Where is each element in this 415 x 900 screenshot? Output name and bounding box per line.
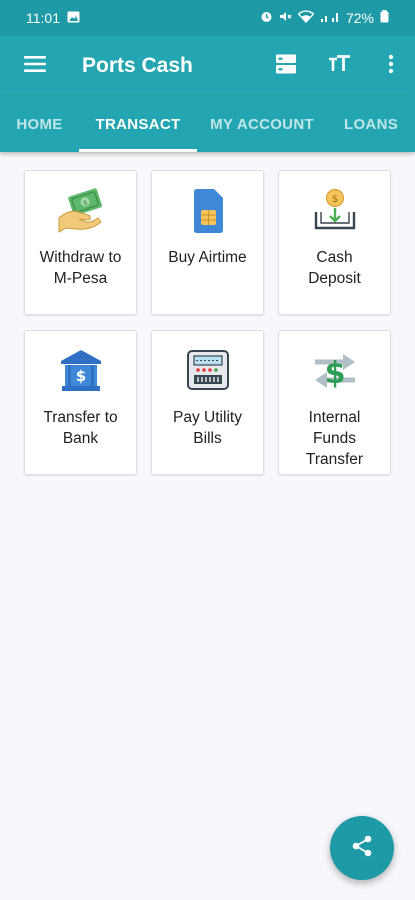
cash-deposit-icon: $ — [312, 187, 358, 235]
server-list-icon — [276, 54, 296, 79]
bank-icon: $ — [59, 347, 103, 395]
mute-icon — [279, 10, 292, 26]
tile-label: Transfer to Bank — [43, 409, 118, 447]
menu-button[interactable] — [0, 36, 70, 96]
pay-utility-bills-tile[interactable]: Pay Utility Bills — [151, 330, 264, 475]
battery-percent: 72% — [345, 10, 374, 26]
internal-funds-transfer-tile[interactable]: $ Internal Funds Transfer — [278, 330, 391, 475]
share-icon — [350, 834, 374, 863]
withdraw-to-mpesa-tile[interactable]: $ Withdraw to M-Pesa — [24, 170, 137, 315]
app-title: Ports Cash — [82, 54, 193, 77]
funds-transfer-icon: $ — [311, 347, 359, 395]
transfer-to-bank-tile[interactable]: $ Transfer to Bank — [24, 330, 137, 475]
tab-home[interactable]: HOME — [0, 96, 79, 152]
tab-my-account[interactable]: MY ACCOUNT — [197, 96, 327, 152]
tile-label: Pay Utility Bills — [173, 409, 242, 447]
utility-meter-icon — [185, 347, 231, 395]
accounts-button[interactable] — [259, 36, 313, 96]
share-fab-button[interactable] — [330, 816, 394, 880]
more-vert-icon — [388, 54, 394, 79]
hamburger-menu-icon — [24, 55, 46, 78]
alarm-icon — [260, 10, 273, 26]
tile-label: Withdraw to M-Pesa — [39, 249, 122, 287]
cash-deposit-tile[interactable]: $ Cash Deposit — [278, 170, 391, 315]
active-tab-indicator — [79, 149, 197, 152]
status-bar: 11:01 72% — [0, 0, 415, 36]
svg-text:$: $ — [331, 194, 337, 205]
text-size-icon — [329, 54, 351, 78]
text-size-button[interactable] — [313, 36, 367, 96]
tile-label: Internal Funds Transfer — [305, 409, 364, 468]
tab-bar: HOME TRANSACT MY ACCOUNT LOANS — [0, 96, 415, 152]
sim-card-icon — [190, 187, 226, 235]
svg-text:$: $ — [324, 356, 345, 391]
tile-label: Cash Deposit — [308, 249, 361, 287]
battery-icon — [380, 10, 389, 26]
signal-icon — [320, 10, 340, 26]
wifi-icon — [297, 10, 315, 26]
app-bar: Ports Cash — [0, 36, 415, 96]
tile-label: Buy Airtime — [168, 249, 247, 266]
cash-hand-icon: $ — [56, 187, 106, 235]
tab-loans[interactable]: LOANS — [327, 96, 415, 152]
svg-text:$: $ — [75, 367, 85, 385]
status-time: 11:01 — [26, 10, 60, 26]
buy-airtime-tile[interactable]: Buy Airtime — [151, 170, 264, 315]
gallery-notification-icon — [67, 10, 80, 26]
more-options-button[interactable] — [367, 36, 415, 96]
tab-transact[interactable]: TRANSACT — [79, 96, 197, 152]
